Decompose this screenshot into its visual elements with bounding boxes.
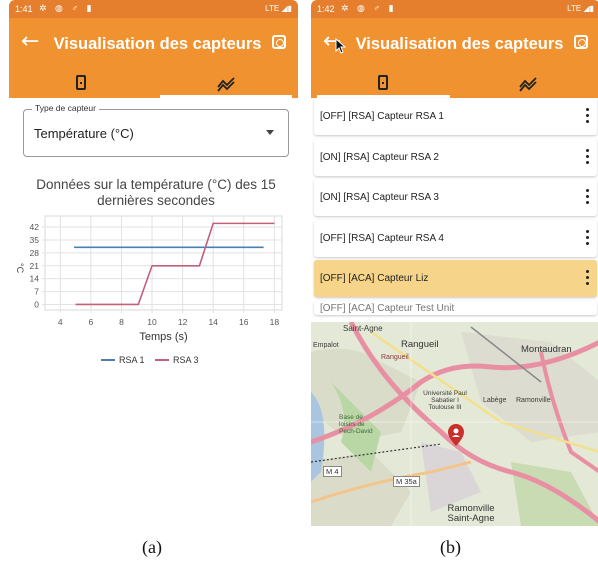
status-bar: 1:42 ✲ ◍ ♂ ▮ LTE ◢▮ xyxy=(311,0,598,18)
status-time: 1:42 xyxy=(317,4,335,14)
x-tick-label: 16 xyxy=(239,317,249,327)
x-axis-label: Temps (s) xyxy=(139,331,187,343)
sensor-label: [ON] [RSA] Capteur RSA 3 xyxy=(320,192,439,203)
y-tick-label: 0 xyxy=(34,299,39,309)
x-tick-label: 4 xyxy=(58,317,63,327)
device-icon xyxy=(378,75,389,90)
sensor-type-label: Type de capteur xyxy=(32,103,99,113)
map-label-montaudran: Montaudran xyxy=(521,344,572,355)
page-title: Visualisation des capteurs xyxy=(355,35,564,53)
tab-bar xyxy=(311,68,598,98)
page-title: Visualisation des capteurs xyxy=(53,35,262,53)
y-axis-label: °C xyxy=(15,263,25,274)
app-bar: ← Visualisation des capteurs xyxy=(311,18,598,68)
sensor-label: [ON] [RSA] Capteur RSA 2 xyxy=(320,151,439,163)
sensor-type-dropdown[interactable]: Type de capteur Température (°C) xyxy=(23,103,289,157)
x-tick-label: 12 xyxy=(178,317,188,327)
map-label-saint-agne: Saint-Agne xyxy=(343,324,383,333)
tab-devices[interactable] xyxy=(9,68,154,98)
sensor-item-partial[interactable]: [OFF] [ACA] Capteur Test Unit xyxy=(314,300,597,315)
dropdown-caret-icon xyxy=(266,130,274,135)
more-vert-icon[interactable] xyxy=(586,229,589,245)
status-bar: 1:41 ✲ ◍ ♂ ▮ LTE ◢▮ xyxy=(9,0,298,18)
sensor-label: [OFF] [RSA] Capteur RSA 4 xyxy=(320,232,444,244)
tab-bar xyxy=(9,68,298,98)
map-view[interactable]: Saint-Agne Empalot Rangueil Rangueil Mon… xyxy=(311,322,598,526)
sensor-label: [OFF] [RSA] Capteur RSA 1 xyxy=(320,111,444,122)
y-tick-label: 7 xyxy=(34,287,39,297)
scan-icon[interactable] xyxy=(272,35,286,49)
map-label-rangueil-road: Rangueil xyxy=(381,354,409,361)
x-tick-label: 8 xyxy=(119,317,124,327)
more-vert-icon[interactable] xyxy=(586,270,589,285)
signal-battery-icon: LTE ◢▮ xyxy=(265,4,292,13)
sensor-item-selected[interactable]: [OFF] [ACA] Capteur Liz xyxy=(314,260,597,297)
map-label-empalot: Empalot xyxy=(313,342,339,349)
y-tick-label: 21 xyxy=(30,261,40,271)
sensor-label: [OFF] [ACA] Capteur Liz xyxy=(320,273,429,284)
legend-label: RSA 3 xyxy=(173,355,199,365)
device-icon xyxy=(76,75,87,90)
sensor-item[interactable]: [ON] [RSA] Capteur RSA 2 xyxy=(314,138,597,176)
map-label-base-loisirs: Base de loisirs de Pech-David xyxy=(339,414,373,435)
mouse-cursor-icon xyxy=(335,38,347,54)
location-pin-icon[interactable] xyxy=(447,423,465,447)
x-tick-label: 10 xyxy=(147,317,157,327)
chart-trend-icon xyxy=(217,77,235,92)
map-label-ramonville-saint-agne: Ramonville Saint-Agne xyxy=(447,503,495,524)
chart-trend-icon xyxy=(519,77,537,92)
tab-indicator xyxy=(159,95,292,98)
more-vert-icon[interactable] xyxy=(586,108,589,123)
plot-area xyxy=(44,215,283,311)
chart-title: Données sur la température (°C) des 15 d… xyxy=(36,177,276,208)
more-vert-icon[interactable] xyxy=(586,189,589,204)
map-label-rangueil: Rangueil xyxy=(401,339,439,350)
tab-devices[interactable] xyxy=(311,68,456,98)
status-time: 1:41 xyxy=(15,4,33,14)
sensor-item[interactable]: [OFF] [RSA] Capteur RSA 4 xyxy=(314,219,597,257)
more-vert-icon[interactable] xyxy=(586,148,589,164)
screen-a: 1:41 ✲ ◍ ♂ ▮ LTE ◢▮ ← Visualisation des … xyxy=(9,0,298,526)
sensor-item[interactable]: [OFF] [RSA] Capteur RSA 1 xyxy=(314,98,597,135)
legend-label: RSA 1 xyxy=(119,355,145,365)
temperature-chart: 4 6 8 10 12 14 16 18 0 7 14 21 28 35 42 °C Temps (s) RSA … xyxy=(15,215,283,365)
map-road-m35a: M 35a xyxy=(393,476,420,487)
sensor-list: [OFF] [RSA] Capteur RSA 1 [ON] [RSA] Cap… xyxy=(314,98,597,318)
x-tick-label: 6 xyxy=(89,317,94,327)
sensor-item[interactable]: [ON] [RSA] Capteur RSA 3 xyxy=(314,179,597,216)
map-road-m4: M 4 xyxy=(323,466,342,477)
x-tick-label: 14 xyxy=(208,317,218,327)
notification-icons: ✲ ◍ ♂ ▮ xyxy=(39,3,95,13)
tab-charts[interactable] xyxy=(154,68,299,98)
map-label-labege: Labège xyxy=(483,397,507,404)
y-tick-label: 28 xyxy=(30,248,40,258)
app-bar: ← Visualisation des capteurs xyxy=(9,18,298,68)
caption-a: (a) xyxy=(142,537,162,557)
tab-charts[interactable] xyxy=(456,68,598,98)
notification-icons: ✲ ◍ ♂ ▮ xyxy=(341,3,397,13)
back-arrow-icon[interactable]: ← xyxy=(21,28,39,56)
sensor-label: [OFF] [ACA] Capteur Test Unit xyxy=(320,302,455,314)
scan-icon[interactable] xyxy=(574,35,588,49)
signal-battery-icon: LTE ◢▮ xyxy=(567,4,594,13)
map-label-universite: Université Paul Sabatier I Toulouse III xyxy=(423,390,467,411)
screen-b: 1:42 ✲ ◍ ♂ ▮ LTE ◢▮ ← Visualisation des … xyxy=(311,0,598,526)
sensor-type-value: Température (°C) xyxy=(34,126,134,141)
y-tick-label: 35 xyxy=(30,235,40,245)
caption-b: (b) xyxy=(440,537,461,557)
y-tick-label: 42 xyxy=(30,222,40,232)
x-tick-label: 18 xyxy=(270,317,280,327)
y-tick-label: 14 xyxy=(30,274,40,284)
map-label-ramonville-top: Ramonville xyxy=(516,397,551,404)
